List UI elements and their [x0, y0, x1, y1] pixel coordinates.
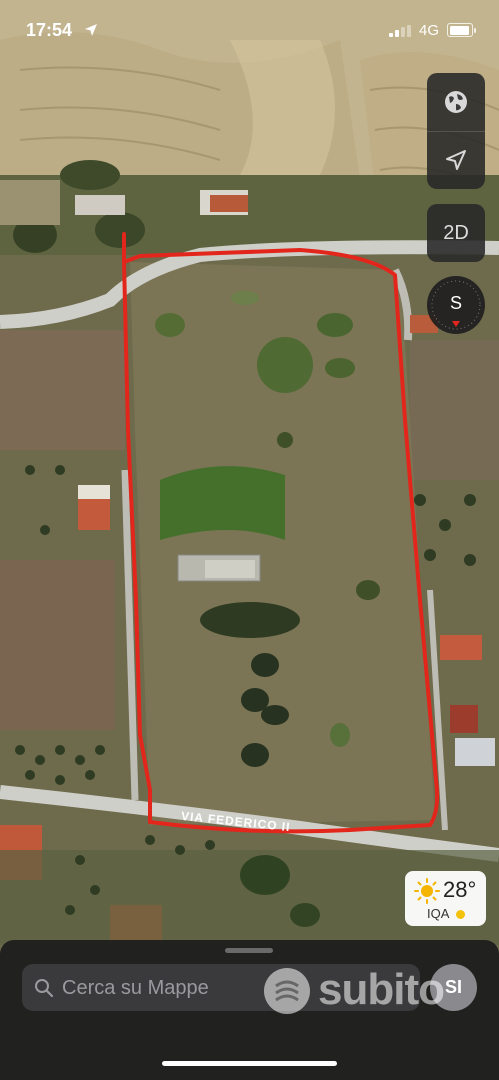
home-indicator[interactable]	[162, 1061, 337, 1066]
watermark-text: subito	[318, 965, 445, 1014]
battery-icon	[447, 23, 476, 37]
air-quality-label: IQA	[427, 906, 450, 921]
network-type: 4G	[419, 22, 440, 39]
air-quality-indicator	[456, 910, 465, 919]
location-arrow-icon	[446, 150, 466, 170]
globe-icon	[445, 91, 467, 113]
cellular-signal-icon	[389, 25, 411, 37]
subito-logo-icon	[264, 968, 310, 1014]
current-location-button[interactable]	[427, 131, 485, 189]
search-placeholder: Cerca su Mappe	[62, 977, 209, 999]
location-arrow-icon	[85, 24, 97, 36]
weather-temperature: 28°	[443, 877, 477, 902]
weather-badge[interactable]: 28° IQA	[405, 871, 486, 926]
sun-icon	[414, 878, 440, 904]
compass-heading: S	[449, 293, 462, 313]
compass-button[interactable]: S	[427, 276, 485, 334]
watermark: subito	[262, 963, 472, 1023]
map-controls	[427, 73, 485, 189]
status-time: 17:54	[26, 20, 73, 40]
view-mode-button[interactable]: 2D	[427, 204, 485, 262]
sheet-grabber[interactable]	[225, 948, 273, 953]
map-layers-button[interactable]	[427, 73, 485, 131]
search-icon	[35, 979, 54, 998]
status-bar: 17:54 4G	[0, 0, 499, 60]
